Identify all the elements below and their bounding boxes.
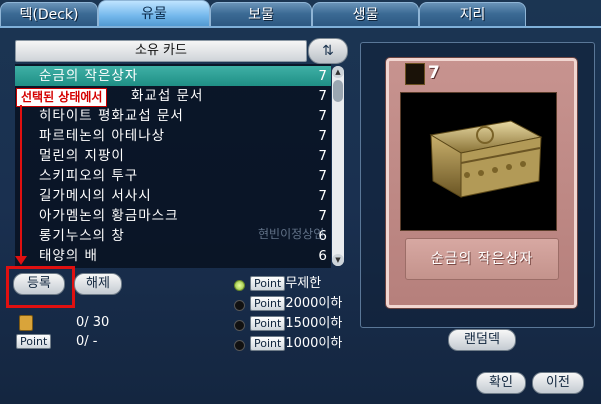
filter-radio[interactable] [234, 320, 245, 331]
tab-creature[interactable]: 생물 [312, 2, 419, 27]
category-tabs: 텍(Deck) 유물 보물 생물 지리 [0, 0, 601, 28]
back-button[interactable]: 이전 [532, 372, 584, 394]
scroll-up-icon[interactable]: ▲ [332, 66, 344, 78]
list-scrollbar[interactable]: ▲ ▼ [332, 66, 344, 266]
scroll-thumb[interactable] [333, 80, 343, 102]
filter-radio[interactable] [234, 340, 245, 351]
annotation-line [20, 105, 22, 260]
list-item[interactable]: 파르테논의 아테나상 7 [15, 126, 331, 146]
filter-radio[interactable] [234, 300, 245, 311]
tab-underline [0, 26, 601, 28]
list-item[interactable]: 길가메시의 서사시 7 [15, 186, 331, 206]
point-value: 0/ - [76, 334, 98, 349]
list-item[interactable]: 스키피오의 투구 7 [15, 166, 331, 186]
card-count-icon [19, 315, 33, 331]
chest-illustration [429, 120, 543, 198]
register-button[interactable]: 등록 [13, 273, 65, 295]
tab-treasure[interactable]: 보물 [210, 2, 312, 27]
scroll-down-icon[interactable]: ▼ [332, 254, 344, 266]
list-item[interactable]: 아가멤논의 황금마스크 7 [15, 206, 331, 226]
tab-deck[interactable]: 텍(Deck) [0, 2, 98, 27]
filter-1500[interactable]: Point 1500이하 [250, 316, 342, 332]
swap-arrows-icon: ⇅ [322, 43, 334, 59]
filter-2000[interactable]: Point 2000이하 [250, 296, 342, 312]
annotation-arrow-icon [15, 256, 27, 265]
point-label: Point [16, 334, 52, 350]
card-value: 7 [428, 63, 440, 83]
filter-1000[interactable]: Point 1000이하 [250, 336, 342, 352]
release-button[interactable]: 해제 [74, 273, 122, 295]
tab-artifact[interactable]: 유물 [98, 0, 210, 28]
watermark-text: 현빈이정상인 [258, 227, 325, 241]
sort-button[interactable]: ⇅ [308, 38, 348, 64]
confirm-button[interactable]: 확인 [476, 372, 526, 394]
owned-cards-header: 소유 카드 [15, 40, 307, 62]
list-item[interactable]: 멀린의 지팡이 7 [15, 146, 331, 166]
card-count-value: 0/ 30 [76, 315, 110, 330]
list-item[interactable]: 히타이트 평화교섭 문서 7 [15, 106, 331, 126]
pharaoh-mask-icon [405, 63, 425, 85]
filter-radio[interactable] [234, 280, 245, 291]
filter-unlimited[interactable]: Point 무제한 [250, 276, 321, 292]
annotation-label: 선택된 상태에서 [16, 88, 108, 107]
list-item[interactable]: 순금의 작은상자 7 [15, 66, 331, 86]
tab-geography[interactable]: 지리 [419, 2, 526, 27]
random-deck-button[interactable]: 랜덤덱 [448, 329, 516, 351]
golden-chest-image [400, 92, 557, 231]
card-name-scroll: 순금의 작은상자 [405, 238, 559, 280]
list-item[interactable]: 태양의 배6 [15, 246, 331, 266]
